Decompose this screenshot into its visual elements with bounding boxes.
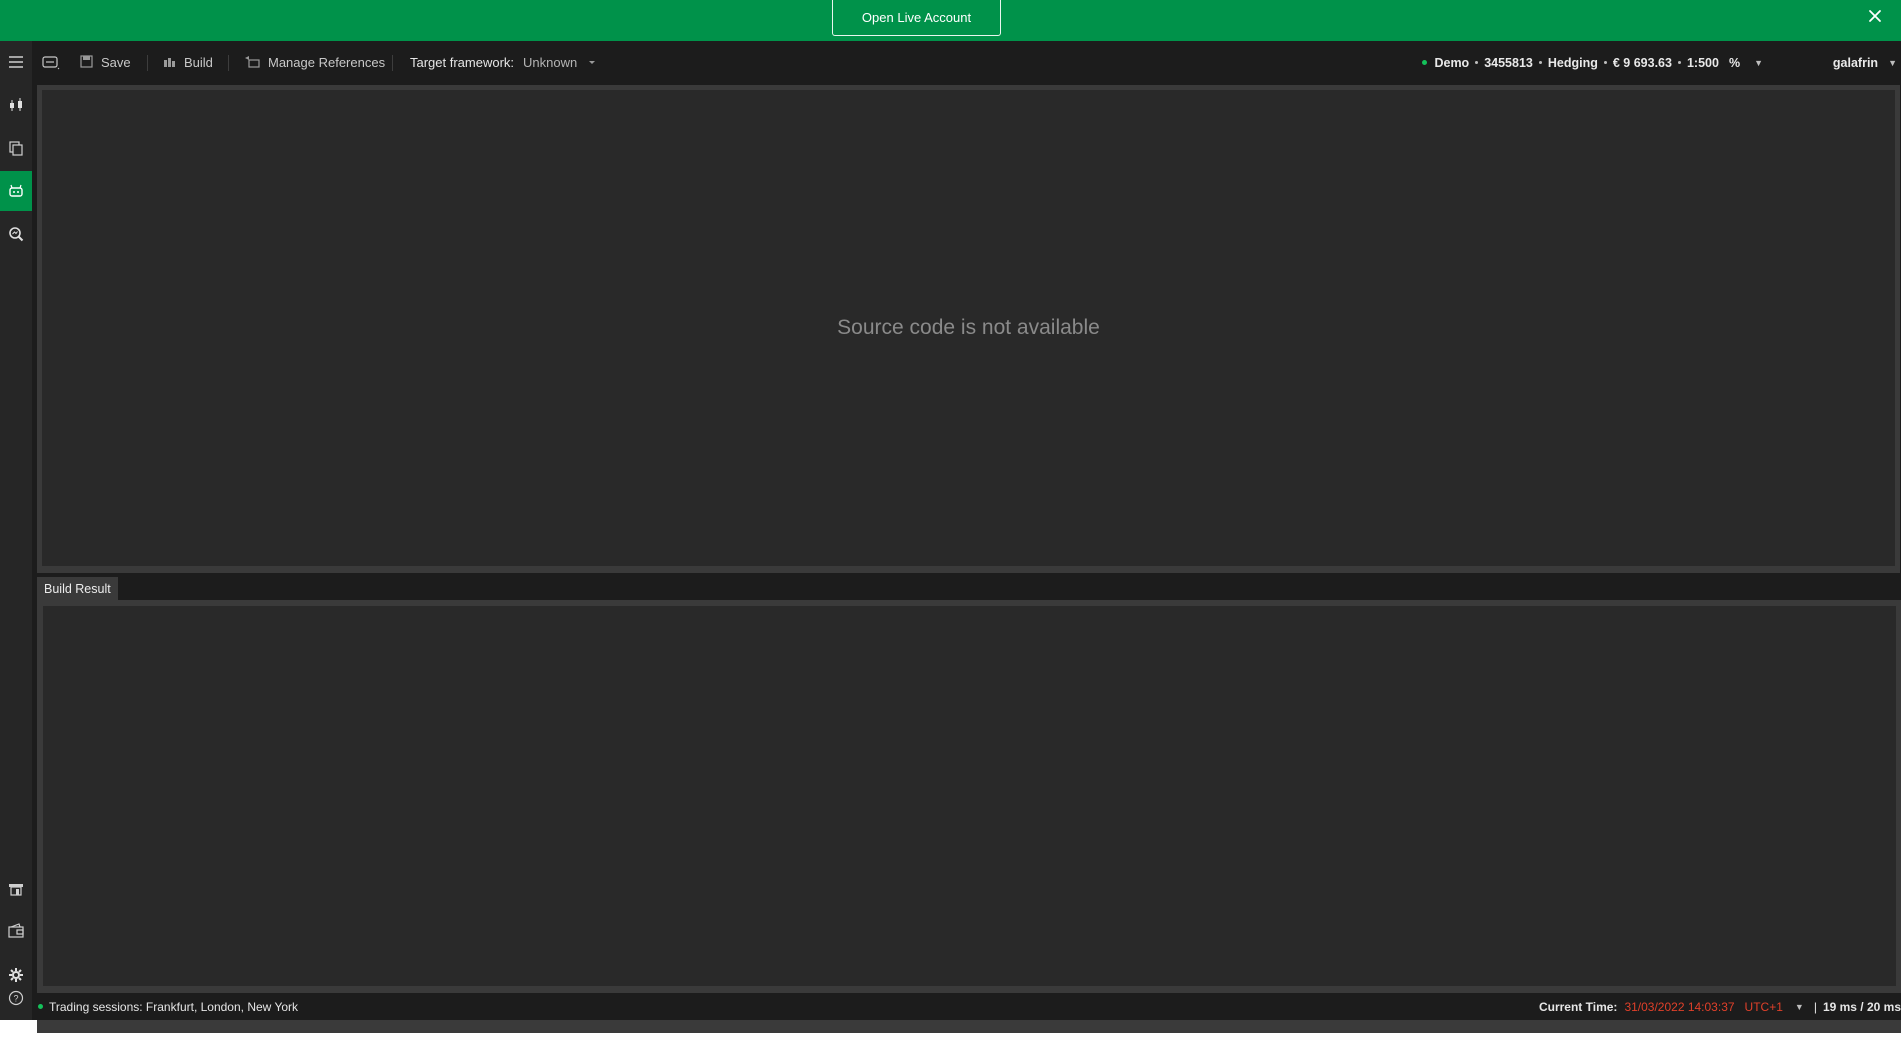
save-icon	[80, 54, 93, 71]
promo-banner: Open Live Account	[0, 0, 1901, 41]
source-unavailable-message: Source code is not available	[837, 316, 1100, 339]
user-menu[interactable]: galafrin ▼	[1833, 41, 1897, 84]
wallet-icon[interactable]	[0, 911, 32, 951]
account-type: Hedging	[1547, 55, 1598, 70]
manage-references-button[interactable]: Manage References	[244, 41, 385, 84]
menu-icon[interactable]	[0, 42, 32, 82]
references-icon	[244, 55, 260, 71]
toolbar-divider	[147, 55, 148, 71]
account-number: 3455813	[1484, 55, 1533, 70]
bullet-separator	[1677, 61, 1681, 64]
save-label: Save	[101, 55, 131, 70]
timezone-caret-icon[interactable]: ▼	[1795, 1002, 1804, 1012]
trading-sessions: Trading sessions: Frankfurt, London, New…	[38, 993, 298, 1020]
manage-references-label: Manage References	[268, 55, 386, 70]
build-button[interactable]: Build	[163, 41, 213, 84]
build-result-panel	[37, 600, 1901, 1033]
toolbar-divider	[228, 55, 229, 71]
code-editor[interactable]: Source code is not available	[42, 90, 1895, 566]
tab-build-result[interactable]: Build Result	[37, 577, 118, 600]
user-dropdown-caret-icon: ▼	[1888, 57, 1897, 68]
percent-icon[interactable]: %	[1729, 56, 1740, 70]
session-status-dot	[38, 1004, 43, 1009]
status-separator: |	[1813, 999, 1817, 1014]
target-framework-select[interactable]: Unknown	[523, 41, 599, 84]
svg-text:?: ?	[13, 994, 18, 1004]
build-icon	[163, 55, 176, 71]
analyze-search-icon[interactable]	[0, 214, 32, 254]
current-time-label: Current Time:	[1538, 999, 1618, 1014]
left-sidebar: ?	[0, 41, 32, 1020]
close-icon[interactable]	[1865, 6, 1885, 26]
toolbar-divider	[392, 55, 393, 71]
save-button[interactable]: Save	[80, 41, 131, 84]
status-bar: Trading sessions: Frankfurt, London, New…	[32, 993, 1901, 1020]
store-icon[interactable]	[0, 869, 32, 909]
current-time-value: 31/03/2022 14:03:37	[1624, 999, 1735, 1014]
build-result-tabs: Build Result	[37, 573, 1901, 600]
panel-layout-icon[interactable]	[42, 41, 60, 84]
account-selector[interactable]: Demo 3455813 Hedging € 9 693.63 1:500 % …	[1422, 41, 1763, 84]
trading-sessions-text: Trading sessions: Frankfurt, London, New…	[49, 999, 299, 1014]
trade-icon[interactable]	[0, 85, 32, 125]
connection-status-dot	[1422, 60, 1428, 65]
account-dropdown-caret-icon[interactable]: ▼	[1754, 58, 1763, 68]
chevron-down-icon	[585, 55, 599, 70]
latency-value: 19 ms / 20 ms	[1822, 999, 1901, 1014]
bullet-separator	[1475, 61, 1479, 64]
username: galafrin	[1832, 55, 1879, 70]
code-editor-panel: Source code is not available	[37, 85, 1900, 609]
help-icon[interactable]: ?	[0, 978, 32, 1018]
editor-toolbar: Save Build Manage References Target fram…	[32, 41, 1901, 84]
account-leverage: 1:500	[1686, 55, 1719, 70]
build-result-output[interactable]	[43, 606, 1896, 986]
timezone-selector[interactable]: UTC+1	[1745, 1000, 1783, 1014]
account-mode: Demo	[1434, 55, 1470, 70]
account-balance: € 9 693.63	[1612, 55, 1672, 70]
bullet-separator	[1603, 61, 1607, 64]
target-framework-label: Target framework:	[410, 55, 515, 70]
copy-icon[interactable]	[0, 128, 32, 168]
build-label: Build	[184, 55, 213, 70]
open-live-account-button[interactable]: Open Live Account	[832, 0, 1001, 36]
automate-robot-icon[interactable]	[0, 171, 32, 211]
bullet-separator	[1538, 61, 1542, 64]
time-latency-info: Current Time: 31/03/2022 14:03:37 UTC+1 …	[1539, 993, 1901, 1020]
target-framework-value: Unknown	[523, 55, 578, 70]
app-window: ? Save Build Manage References Target fr…	[0, 41, 1901, 1033]
